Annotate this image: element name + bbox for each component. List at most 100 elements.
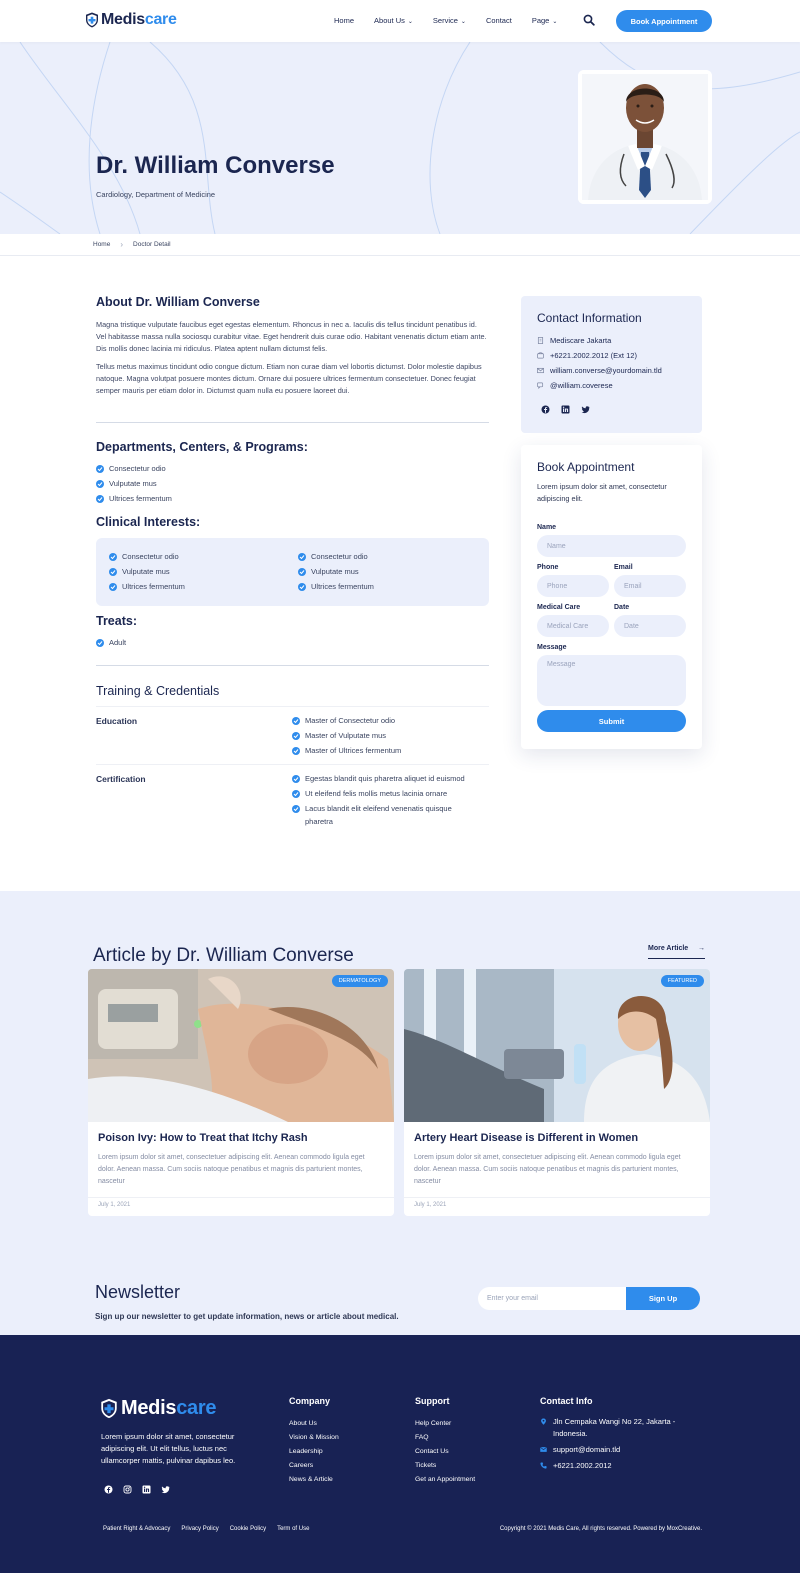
footer-link[interactable]: Careers (289, 1459, 339, 1473)
copyright: Copyright © 2021 Medis Care, All rights … (499, 1526, 702, 1532)
brand-logo[interactable]: Mediscare (85, 11, 177, 29)
list-item: Egestas blandit quis pharetra aliquet id… (292, 771, 465, 786)
phone-label: Phone (537, 564, 559, 571)
twitter-icon[interactable] (161, 1485, 170, 1494)
footer-link[interactable]: Patient Right & Advocacy (103, 1526, 170, 1532)
doctor-detail-content: About Dr. William Converse Magna tristiq… (0, 256, 800, 891)
support-links: Help Center FAQ Contact Us Tickets Get a… (415, 1417, 475, 1487)
check-circle-icon (298, 552, 306, 561)
footer-link[interactable]: Cookie Policy (230, 1526, 266, 1532)
footer-link[interactable]: Leadership (289, 1445, 339, 1459)
medical-care-input[interactable]: Medical Care (537, 615, 609, 637)
contact-phone[interactable]: +6221.2002.2012 (Ext 12) (537, 348, 662, 363)
sign-up-button[interactable]: Sign Up (626, 1287, 700, 1310)
nav-contact[interactable]: Contact (486, 16, 512, 25)
chevron-down-icon: ⌄ (460, 19, 466, 25)
footer-link[interactable]: Get an Appointment (415, 1473, 475, 1487)
article-date: July 1, 2021 (414, 1202, 447, 1208)
linkedin-icon[interactable] (142, 1485, 151, 1494)
check-circle-icon (292, 789, 300, 798)
list-item: Consectetur odio (298, 549, 374, 564)
facebook-icon[interactable] (541, 405, 550, 414)
card-divider (404, 1197, 710, 1198)
submit-button[interactable]: Submit (537, 710, 686, 732)
doctor-specialty: Cardiology, Department of Medicine (96, 190, 216, 199)
articles-title: Article by Dr. William Converse (93, 945, 354, 966)
contact-email[interactable]: william.converse@yourdomain.tld (537, 363, 662, 378)
footer-link[interactable]: Term of Use (277, 1526, 309, 1532)
check-circle-icon (292, 804, 300, 813)
name-input[interactable]: Name (537, 535, 686, 557)
more-article-link[interactable]: More Article → (648, 945, 705, 959)
footer-logo[interactable]: Mediscare (100, 1397, 216, 1420)
check-circle-icon (292, 716, 300, 725)
phone-input[interactable]: Phone (537, 575, 609, 597)
footer-link[interactable]: Vision & Mission (289, 1431, 339, 1445)
nav-home[interactable]: Home (334, 16, 354, 25)
doctor-photo (578, 70, 712, 204)
site-header: Mediscare Home About Us ⌄ Service ⌄ Contac… (0, 0, 800, 42)
chevron-down-icon: ⌄ (407, 19, 413, 25)
contact-handle[interactable]: @william.coverese (537, 378, 662, 393)
list-item: Consectetur odio (96, 461, 172, 476)
card-divider (88, 1197, 394, 1198)
book-appointment-button[interactable]: Book Appointment (616, 10, 712, 32)
message-textarea[interactable]: Message (537, 655, 686, 706)
list-item: Ultrices fermentum (109, 579, 185, 594)
phone-icon (537, 352, 544, 359)
footer-link[interactable]: Tickets (415, 1459, 475, 1473)
contact-location: Mediscare Jakarta (537, 333, 662, 348)
row-divider (96, 764, 489, 765)
footer-legal-links: Patient Right & Advocacy Privacy Policy … (103, 1526, 309, 1532)
about-title: About Dr. William Converse (96, 295, 260, 309)
booking-title: Book Appointment (537, 460, 635, 474)
footer-link[interactable]: Help Center (415, 1417, 475, 1431)
search-icon[interactable] (583, 14, 595, 26)
clinical-title: Clinical Interests: (96, 515, 201, 529)
nav-service[interactable]: Service ⌄ (433, 16, 466, 25)
footer-contact-list: Jln Cempaka Wangi No 22, Jakarta - Indon… (540, 1416, 700, 1476)
footer-phone[interactable]: +6221.2002.2012 (540, 1460, 700, 1472)
article-card[interactable]: FEATURED Artery Heart Disease is Differe… (404, 969, 710, 1216)
nav-page[interactable]: Page ⌄ (532, 16, 558, 25)
main-nav: Home About Us ⌄ Service ⌄ Contact Page ⌄ (334, 16, 557, 25)
breadcrumb-current: Doctor Detail (133, 241, 171, 248)
category-badge: FEATURED (660, 975, 704, 987)
check-circle-icon (96, 479, 104, 488)
instagram-icon[interactable] (123, 1485, 132, 1494)
linkedin-icon[interactable] (561, 405, 570, 414)
check-circle-icon (292, 746, 300, 755)
contact-information-card: Contact Information Mediscare Jakarta +6… (521, 296, 702, 433)
facebook-icon[interactable] (104, 1485, 113, 1494)
check-circle-icon (109, 552, 117, 561)
footer-link[interactable]: FAQ (415, 1431, 475, 1445)
email-input[interactable]: Email (614, 575, 686, 597)
footer-link[interactable]: News & Article (289, 1473, 339, 1487)
newsletter-email-input[interactable]: Enter your email (478, 1287, 626, 1310)
footer-link[interactable]: Contact Us (415, 1445, 475, 1459)
footer-link[interactable]: Privacy Policy (181, 1526, 218, 1532)
footer-link[interactable]: About Us (289, 1417, 339, 1431)
article-title[interactable]: Artery Heart Disease is Different in Wom… (414, 1132, 638, 1144)
article-title[interactable]: Poison Ivy: How to Treat that Itchy Rash (98, 1132, 308, 1144)
chevron-down-icon: ⌄ (552, 19, 558, 25)
list-item: Lacus blandit elit eleifend venenatis qu… (292, 801, 465, 816)
list-item: Vulputate mus (109, 564, 185, 579)
breadcrumb-home[interactable]: Home (93, 241, 110, 248)
check-circle-icon (298, 582, 306, 591)
articles-section: Article by Dr. William Converse More Art… (0, 891, 800, 1335)
company-column-title: Company (289, 1396, 331, 1406)
medical-care-label: Medical Care (537, 604, 581, 611)
article-card[interactable]: DERMATOLOGY Poison Ivy: How to Treat tha… (88, 969, 394, 1216)
treats-title: Treats: (96, 614, 137, 628)
email-label: Email (614, 564, 633, 571)
twitter-icon[interactable] (581, 405, 590, 414)
check-circle-icon (109, 567, 117, 576)
departments-title: Departments, Centers, & Programs: (96, 440, 308, 454)
nav-about-us[interactable]: About Us ⌄ (374, 16, 413, 25)
contact-title: Contact Information (537, 311, 642, 325)
breadcrumb: Home › Doctor Detail (0, 234, 800, 256)
mail-icon (540, 1446, 547, 1452)
footer-email[interactable]: support@domain.tld (540, 1444, 700, 1456)
date-input[interactable]: Date (614, 615, 686, 637)
